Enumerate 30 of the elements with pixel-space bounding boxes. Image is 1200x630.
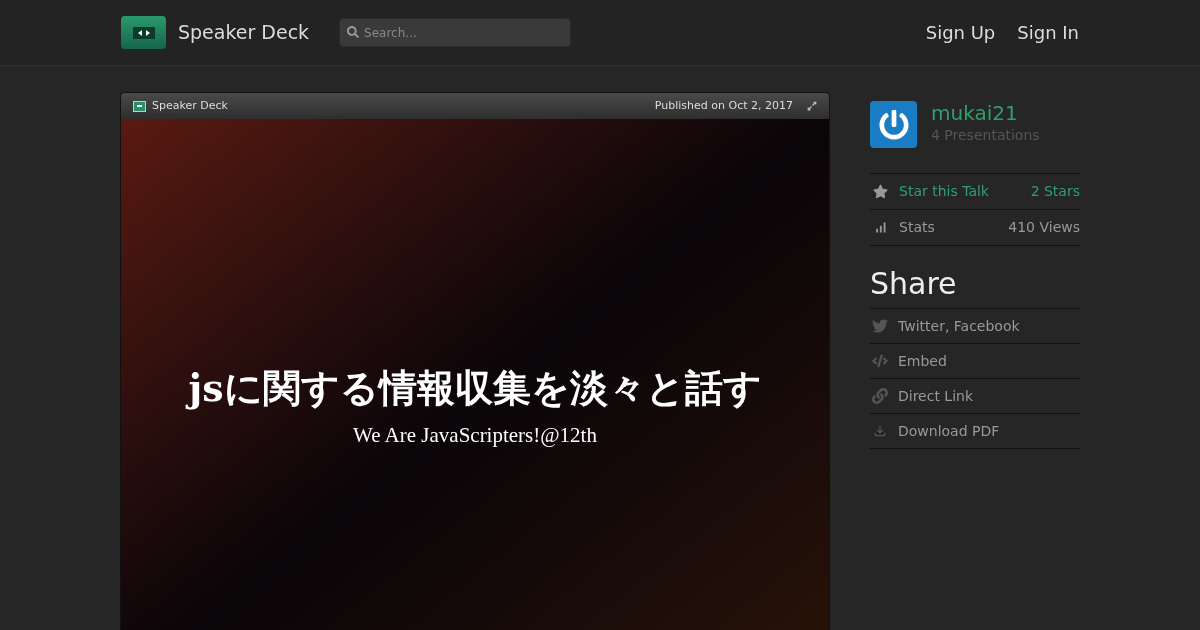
row-label: Star this Talk — [899, 182, 989, 201]
logo-icon — [133, 100, 146, 112]
share-heading: Share — [870, 265, 958, 303]
stat-row[interactable]: Star this Talk 2 Stars — [870, 174, 1080, 210]
nav-link[interactable]: Sign Up — [925, 19, 996, 46]
download-icon — [872, 423, 888, 439]
publish-date: Published on Oct 2, 2017 — [654, 97, 793, 114]
brand-name[interactable]: Speaker Deck — [178, 18, 310, 47]
bar-chart-icon — [873, 220, 888, 235]
share-link[interactable]: Embed — [870, 344, 1080, 379]
row-value: 2 Stars — [1030, 182, 1080, 201]
code-icon — [872, 353, 888, 369]
link-icon — [872, 388, 888, 404]
logo-icon[interactable] — [121, 16, 166, 49]
star-icon — [873, 184, 888, 199]
bird-icon — [872, 318, 888, 334]
slide-subtitle: We Are JavaScripters!@12th — [353, 422, 597, 449]
share-link[interactable]: Twitter, Facebook — [870, 309, 1080, 344]
viewer-brand[interactable]: Speaker Deck — [152, 97, 228, 115]
search-field[interactable]: Search... — [339, 18, 572, 47]
row-label: Stats — [899, 218, 935, 237]
username[interactable]: mukai21 — [931, 101, 1040, 125]
search-icon — [347, 26, 360, 38]
share-link[interactable]: Direct Link — [870, 379, 1080, 414]
row-value: 410 Views — [1008, 218, 1080, 237]
power-icon — [878, 109, 909, 140]
share-link[interactable]: Download PDF — [870, 414, 1080, 449]
fullscreen-icon[interactable] — [807, 101, 817, 111]
avatar[interactable] — [870, 101, 917, 148]
nav-link[interactable]: Sign In — [1017, 19, 1079, 46]
